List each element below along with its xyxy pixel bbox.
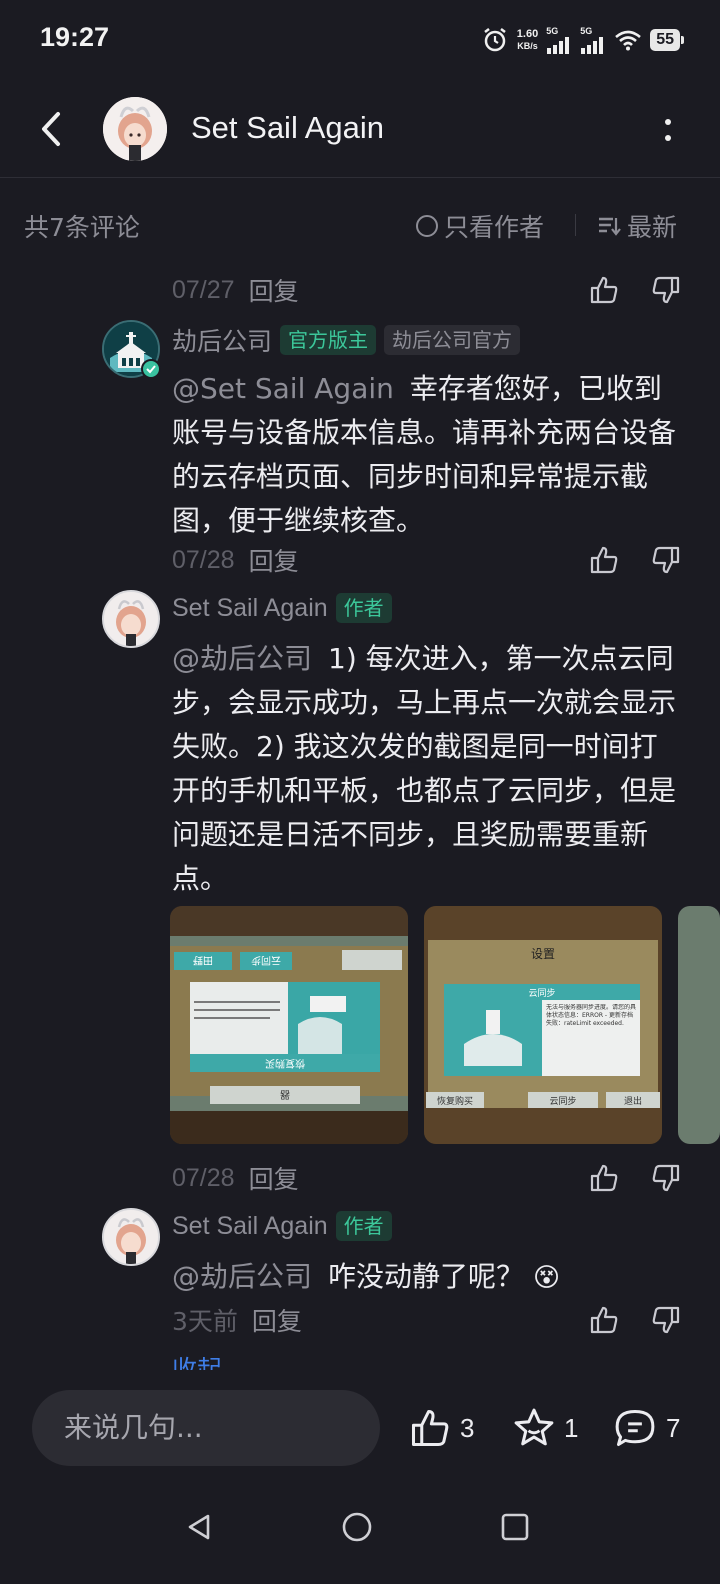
thumbs-down-icon[interactable] <box>650 1162 682 1194</box>
battery-icon: 55 <box>650 29 684 51</box>
avatar[interactable] <box>102 1208 160 1266</box>
sort-latest-button[interactable]: 最新 <box>597 208 677 244</box>
status-icons: 1.60 KB/s 5G 5G 55 <box>481 24 684 56</box>
star-icon <box>514 1408 554 1446</box>
comment-meta: 07/28 回复 <box>172 540 682 580</box>
comment-count: 共7条评论 <box>24 213 140 242</box>
reply-button[interactable]: 回复 <box>249 272 299 308</box>
comment-meta: 07/28 回复 <box>172 1158 682 1198</box>
role-tag: 官方版主 <box>280 325 377 355</box>
mention[interactable]: @劫后公司 <box>172 642 312 675</box>
page-title: Set Sail Again <box>191 110 385 145</box>
signal-icon <box>581 36 604 54</box>
image-label: 云同步 <box>528 988 555 999</box>
image-label: 田野 <box>193 954 213 966</box>
thumbs-down-icon[interactable] <box>650 544 682 576</box>
image-label: 恢复购买 <box>265 1057 305 1070</box>
comment-header: Set Sail Again 作者 <box>172 1211 392 1241</box>
divider <box>575 214 576 236</box>
comment-text: @劫后公司 咋没动静了呢？ 😵 <box>172 1260 561 1293</box>
back-icon[interactable] <box>34 108 70 150</box>
author-name[interactable]: 劫后公司 <box>172 322 272 358</box>
favorite-button[interactable]: 1 <box>512 1406 578 1450</box>
author-tag: 作者 <box>335 1211 392 1241</box>
mention[interactable]: @Set Sail Again <box>172 372 394 405</box>
thumbs-up-icon[interactable] <box>588 1304 620 1336</box>
comment-header: Set Sail Again 作者 <box>172 593 392 623</box>
image-label: 恢复购买 <box>437 1095 473 1107</box>
signal-sim1: 5G <box>546 26 572 54</box>
attached-image-partial[interactable] <box>678 906 720 1144</box>
verified-icon <box>141 359 161 379</box>
emoji: 😵 <box>532 1263 561 1293</box>
radio-icon <box>416 215 438 237</box>
comments-button[interactable]: 7 <box>612 1406 680 1450</box>
signal-sim2: 5G <box>580 26 606 54</box>
nav-recents-icon[interactable] <box>500 1512 530 1542</box>
status-time: 19:27 <box>40 22 110 52</box>
thumbs-up-icon[interactable] <box>588 274 620 306</box>
comment-meta: 3天前 回复 <box>172 1300 682 1340</box>
image-label: 云同步 <box>549 1096 576 1107</box>
image-label: 云同步 <box>251 954 281 966</box>
comment-date: 07/28 <box>172 1163 235 1192</box>
thumbs-down-icon[interactable] <box>650 274 682 306</box>
image-label: 退出 <box>624 1095 642 1107</box>
favorite-count: 1 <box>564 1412 579 1443</box>
filter-bar: 共7条评论 只看作者 最新 <box>0 200 720 250</box>
reply-button[interactable]: 回复 <box>252 1302 302 1338</box>
comment-header: 劫后公司 官方版主 劫后公司官方 <box>172 322 521 358</box>
comment-input[interactable]: 来说几句... <box>32 1390 380 1466</box>
author-name[interactable]: Set Sail Again <box>172 1212 328 1241</box>
image-label: 器 <box>280 1088 290 1100</box>
like-count: 3 <box>460 1412 475 1443</box>
comment-count-bottom: 7 <box>666 1412 681 1443</box>
avatar[interactable] <box>102 590 160 648</box>
image-label: 设置 <box>531 947 555 961</box>
net-speed: 1.60 KB/s <box>516 28 539 51</box>
more-icon[interactable] <box>656 110 680 150</box>
author-tag: 作者 <box>335 593 392 623</box>
comment-text: @Set Sail Again 幸存者您好，已收到账号与设备版本信息。请再补充两台… <box>172 372 677 537</box>
alarm-icon <box>484 28 506 52</box>
reply-button[interactable]: 回复 <box>249 542 299 578</box>
attached-image[interactable]: 田野 云同步 恢复购买 器 <box>170 906 408 1144</box>
image-label: 无法与服务器同步进度。请您的具体状态信息：ERROR - 更新存档失败：rate… <box>546 1004 637 1027</box>
avatar[interactable] <box>103 97 167 161</box>
image-gallery: 田野 云同步 恢复购买 器 设置 云同步 无法与服务器同步进度。请您的具体状态信… <box>170 906 720 1144</box>
sort-icon <box>599 217 621 236</box>
nav-home-icon[interactable] <box>340 1510 374 1544</box>
page-header: Set Sail Again <box>0 80 720 178</box>
signal-icon <box>547 36 570 54</box>
comment-text: @劫后公司 1) 每次进入，第一次点云同步，会显示成功，马上再点一次就会显示失败。… <box>172 642 677 895</box>
comment-date: 07/28 <box>172 545 235 574</box>
thumbs-down-icon[interactable] <box>650 1304 682 1336</box>
comment-date: 07/27 <box>172 275 235 304</box>
thumbs-up-icon[interactable] <box>588 544 620 576</box>
role-tag: 劫后公司官方 <box>384 325 521 355</box>
attached-image[interactable]: 设置 云同步 无法与服务器同步进度。请您的具体状态信息：ERROR - 更新存档… <box>424 906 662 1144</box>
author-only-toggle[interactable]: 只看作者 <box>416 208 544 244</box>
comment-bubble-icon <box>615 1409 655 1447</box>
comment-date: 3天前 <box>172 1307 238 1336</box>
system-nav-bar <box>0 1490 720 1584</box>
wifi-icon <box>615 30 642 51</box>
collapse-link[interactable]: 收起 <box>172 1356 222 1370</box>
thumbs-up-icon <box>411 1409 449 1447</box>
nav-back-icon[interactable] <box>184 1512 214 1542</box>
bottom-action-bar: 来说几句... 3 1 7 <box>0 1370 720 1490</box>
thumbs-up-icon[interactable] <box>588 1162 620 1194</box>
reply-button[interactable]: 回复 <box>249 1160 299 1196</box>
author-name[interactable]: Set Sail Again <box>172 594 328 623</box>
comment-meta: 07/27 回复 <box>172 270 682 310</box>
mention[interactable]: @劫后公司 <box>172 1260 312 1293</box>
like-button[interactable]: 3 <box>408 1406 474 1450</box>
status-bar: 19:27 1.60 KB/s 5G 5G 55 <box>0 0 720 80</box>
